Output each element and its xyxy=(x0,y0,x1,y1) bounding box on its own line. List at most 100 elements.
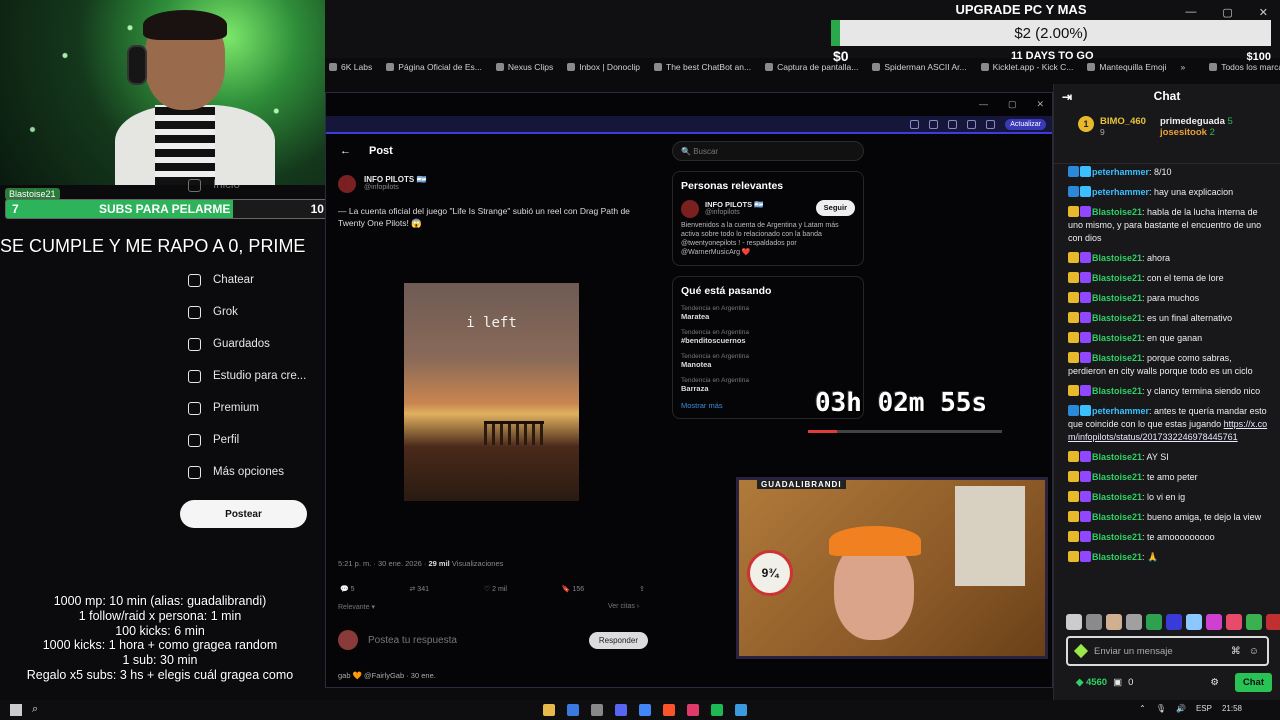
inner-minimize-icon[interactable]: — xyxy=(979,99,988,109)
emote-icon[interactable] xyxy=(1066,614,1082,630)
steam-icon[interactable] xyxy=(567,704,579,716)
nav-item[interactable]: Estudio para cre... xyxy=(180,360,325,392)
emote-icon[interactable] xyxy=(1086,614,1102,630)
nav-item[interactable]: Chatear xyxy=(180,264,325,296)
emote-icon[interactable] xyxy=(1246,614,1262,630)
leader-user-3[interactable]: josesitook xyxy=(1160,127,1207,138)
chat-username[interactable]: Blastoise21 xyxy=(1092,293,1142,303)
chat-username[interactable]: Blastoise21 xyxy=(1092,313,1142,323)
send-chat-button[interactable]: Chat xyxy=(1234,672,1272,692)
translate-icon[interactable] xyxy=(929,119,939,129)
bookmark-item[interactable]: Mantequilla Emoji xyxy=(1087,62,1166,72)
repost-action[interactable]: ⇄ 341 xyxy=(409,585,429,593)
relevance-sort[interactable]: Relevante ▾ xyxy=(338,603,375,611)
bookmark-item[interactable]: 6K Labs xyxy=(329,62,372,72)
bookmark-item[interactable]: » xyxy=(1180,62,1185,72)
discord-icon[interactable] xyxy=(615,704,627,716)
bookmark-item[interactable]: Kicklet.app - Kick C... xyxy=(980,62,1073,72)
brave-icon[interactable] xyxy=(663,704,675,716)
bookmark-item[interactable]: Todos los marcadores xyxy=(1209,62,1280,72)
puzzle-icon[interactable] xyxy=(967,119,977,129)
x-search-input[interactable]: 🔍 Buscar xyxy=(672,141,864,161)
trend-item[interactable]: Tendencia en Argentina Manotea xyxy=(681,353,855,369)
clock[interactable]: 21:58 xyxy=(1222,704,1242,713)
post-author[interactable]: INFO PILOTS 🇦🇷 @infopilots xyxy=(338,175,426,193)
bookmark-item[interactable]: Nexus Clips xyxy=(495,62,553,72)
emote-icon[interactable] xyxy=(1126,614,1142,630)
media-icon[interactable] xyxy=(687,704,699,716)
obs-icon[interactable] xyxy=(591,704,603,716)
profile-icon[interactable] xyxy=(986,119,996,129)
channel-points[interactable]: ◆ 4560 xyxy=(1076,677,1107,688)
commands-icon[interactable]: ⌘ xyxy=(1231,646,1241,657)
emote-icon[interactable] xyxy=(1226,614,1242,630)
star-icon[interactable] xyxy=(948,119,958,129)
chat-username[interactable]: Blastoise21 xyxy=(1092,452,1142,462)
chat-input[interactable]: Enviar un mensaje ⌘ ☺ xyxy=(1066,636,1269,666)
emote-icon[interactable] xyxy=(1186,614,1202,630)
author-avatar[interactable] xyxy=(338,175,356,193)
bookmark-item[interactable]: Captura de pantalla... xyxy=(765,62,858,72)
share-icon[interactable]: ⇪ xyxy=(639,585,645,593)
emote-icon[interactable] xyxy=(1266,614,1280,630)
next-reply[interactable]: gab 🧡 @FairlyGab · 30 ene. xyxy=(338,671,436,680)
extension-icon[interactable] xyxy=(910,119,920,129)
like-action[interactable]: ♡ 2 mil xyxy=(484,585,507,593)
nav-item[interactable]: Perfil xyxy=(180,424,325,456)
update-button[interactable]: Actualizar xyxy=(1005,118,1046,130)
chat-username[interactable]: peterhammer xyxy=(1092,187,1149,197)
chat-username[interactable]: Blastoise21 xyxy=(1092,333,1142,343)
volume-icon[interactable]: 🔊 xyxy=(1176,704,1186,713)
chat-username[interactable]: peterhammer xyxy=(1092,406,1149,416)
drops-icon[interactable]: ▣ xyxy=(1113,677,1122,688)
emote-icon[interactable] xyxy=(1106,614,1122,630)
back-arrow-icon[interactable]: ← xyxy=(340,145,351,157)
chat-username[interactable]: peterhammer xyxy=(1092,167,1149,177)
bookmark-item[interactable]: Inbox | Donoclip xyxy=(567,62,640,72)
reply-input[interactable]: Postea tu respuesta xyxy=(368,635,579,646)
nav-item[interactable]: Inicio xyxy=(180,176,325,194)
chat-username[interactable]: Blastoise21 xyxy=(1092,207,1142,217)
trend-item[interactable]: Tendencia en Argentina Maratea xyxy=(681,305,855,321)
emote-icon[interactable] xyxy=(1146,614,1162,630)
bookmark-item[interactable]: Página Oficial de Es... xyxy=(386,62,482,72)
chat-username[interactable]: Blastoise21 xyxy=(1092,386,1142,396)
quotes-link[interactable]: Ver citas › xyxy=(608,603,639,610)
nav-item[interactable]: Grok xyxy=(180,296,325,328)
bookmark-item[interactable]: Spiderman ASCII Ar... xyxy=(872,62,967,72)
chat-username[interactable]: Blastoise21 xyxy=(1092,512,1142,522)
bluetooth-icon[interactable] xyxy=(735,704,747,716)
bookmark-item[interactable]: The best ChatBot an... xyxy=(654,62,751,72)
chat-username[interactable]: Blastoise21 xyxy=(1092,532,1142,542)
chrome-icon[interactable] xyxy=(639,704,651,716)
post-button[interactable]: Postear xyxy=(180,500,307,528)
language[interactable]: ESP xyxy=(1196,704,1212,713)
mic-icon[interactable]: 🎙 xyxy=(1156,704,1166,713)
chat-username[interactable]: Blastoise21 xyxy=(1092,253,1142,263)
settings-icon[interactable]: ⚙ xyxy=(1210,677,1219,688)
chat-username[interactable]: Blastoise21 xyxy=(1092,353,1142,363)
emote-icon[interactable] xyxy=(1206,614,1222,630)
nav-item[interactable]: Premium xyxy=(180,392,325,424)
chat-username[interactable]: Blastoise21 xyxy=(1092,552,1142,562)
taskbar-search-icon[interactable]: ⌕ xyxy=(32,703,38,716)
nav-item[interactable]: Guardados xyxy=(180,328,325,360)
explorer-icon[interactable] xyxy=(543,704,555,716)
windows-start-icon[interactable] xyxy=(10,704,22,716)
inner-maximize-icon[interactable]: ▢ xyxy=(1008,99,1017,110)
chat-username[interactable]: Blastoise21 xyxy=(1092,472,1142,482)
collapse-chat-icon[interactable]: ⇥ xyxy=(1062,90,1072,104)
chat-username[interactable]: Blastoise21 xyxy=(1092,273,1142,283)
relevant-avatar[interactable] xyxy=(681,200,699,218)
chat-username[interactable]: Blastoise21 xyxy=(1092,492,1142,502)
reply-action[interactable]: 💬 5 xyxy=(340,585,355,593)
emoji-icon[interactable]: ☺ xyxy=(1249,646,1259,657)
spotify-icon[interactable] xyxy=(711,704,723,716)
relevant-name[interactable]: INFO PILOTS 🇦🇷 xyxy=(705,200,810,209)
post-video[interactable]: i left xyxy=(404,283,579,501)
inner-close-icon[interactable]: ✕ xyxy=(1036,99,1044,110)
bookmark-action[interactable]: 🔖 156 xyxy=(562,585,584,593)
leader-user-1[interactable]: BIMO_460 xyxy=(1100,116,1146,127)
chevron-up-icon[interactable]: ⌃ xyxy=(1139,704,1146,713)
reply-button[interactable]: Responder xyxy=(588,631,648,649)
